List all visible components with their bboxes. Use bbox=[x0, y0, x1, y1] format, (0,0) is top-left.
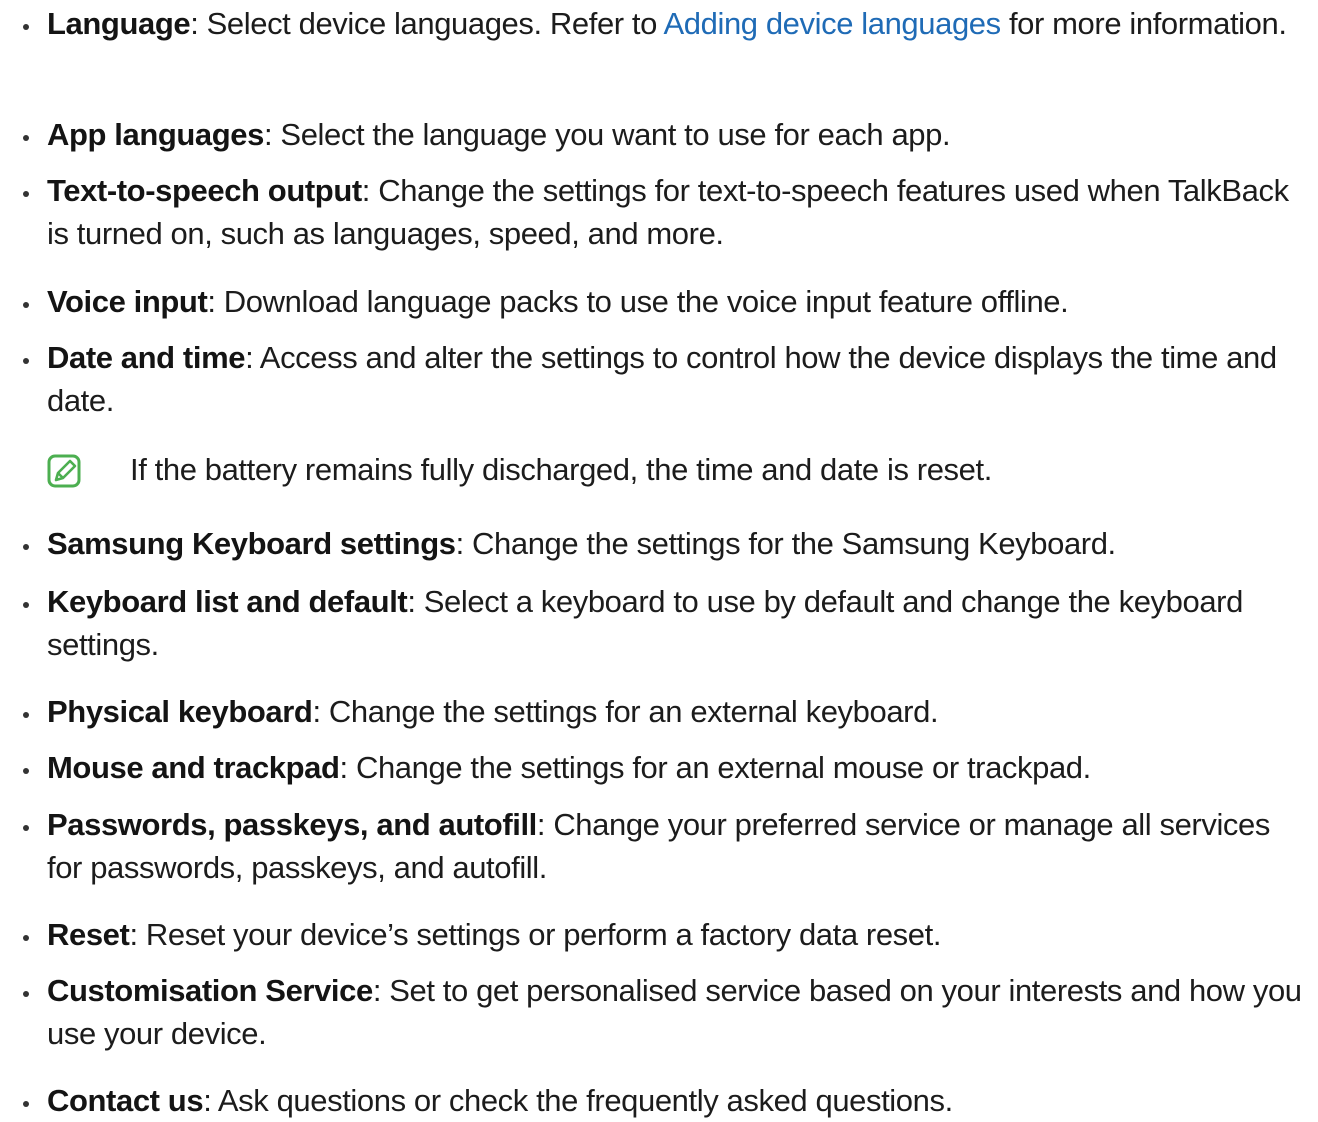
item-term: Language bbox=[47, 6, 191, 41]
item-desc: : Change the settings for an external mo… bbox=[339, 750, 1092, 785]
item-desc: : Select the language you want to use fo… bbox=[264, 117, 951, 152]
list-item-text: Physical keyboard: Change the settings f… bbox=[47, 690, 1309, 733]
item-term: Physical keyboard bbox=[47, 694, 313, 729]
list-item-text: Mouse and trackpad: Change the settings … bbox=[47, 746, 1309, 789]
note-text: If the battery remains fully discharged,… bbox=[130, 452, 992, 487]
note-icon bbox=[47, 454, 81, 488]
settings-document-page: Language: Select device languages. Refer… bbox=[0, 0, 1318, 1122]
item-term: Contact us bbox=[47, 1083, 204, 1118]
item-term: Customisation Service bbox=[47, 973, 373, 1008]
list-item-text: Passwords, passkeys, and autofill: Chang… bbox=[47, 803, 1309, 889]
item-desc: : Download language packs to use the voi… bbox=[207, 284, 1069, 319]
item-term: Samsung Keyboard settings bbox=[47, 526, 456, 561]
adding-device-languages-link[interactable]: Adding device languages bbox=[664, 6, 1002, 41]
item-term: Text-to-speech output bbox=[47, 173, 362, 208]
item-desc-cont: for more information. bbox=[1000, 6, 1287, 41]
item-term: Keyboard list and default bbox=[47, 584, 408, 619]
list-item-text: Text-to-speech output: Change the settin… bbox=[47, 169, 1309, 255]
item-term: Mouse and trackpad bbox=[47, 750, 340, 785]
list-item-text: Language: Select device languages. Refer… bbox=[47, 2, 1309, 45]
item-term: Date and time bbox=[47, 340, 246, 375]
item-term: App languages bbox=[47, 117, 264, 152]
item-desc: : Reset your device’s settings or perfor… bbox=[129, 917, 942, 952]
list-item-text: App languages: Select the language you w… bbox=[47, 113, 1309, 156]
item-desc: : Change the settings for an external ke… bbox=[312, 694, 939, 729]
item-desc: : Ask questions or check the frequently … bbox=[203, 1083, 953, 1118]
list-item-text: Date and time: Access and alter the sett… bbox=[47, 336, 1309, 422]
list-item-text: Voice input: Download language packs to … bbox=[47, 280, 1309, 323]
list-item-text: Customisation Service: Set to get person… bbox=[47, 969, 1309, 1055]
item-term: Reset bbox=[47, 917, 130, 952]
item-term: Voice input bbox=[47, 284, 208, 319]
list-item-text: Keyboard list and default: Select a keyb… bbox=[47, 580, 1309, 666]
list-item-text: Contact us: Ask questions or check the f… bbox=[47, 1079, 1309, 1122]
list-item-text: Reset: Reset your device’s settings or p… bbox=[47, 913, 1309, 956]
item-desc: : Change the settings for the Samsung Ke… bbox=[455, 526, 1117, 561]
item-term: Passwords, passkeys, and autofill bbox=[47, 807, 537, 842]
list-item-text: Samsung Keyboard settings: Change the se… bbox=[47, 522, 1309, 565]
item-desc: : Select device languages. Refer to bbox=[190, 6, 664, 41]
